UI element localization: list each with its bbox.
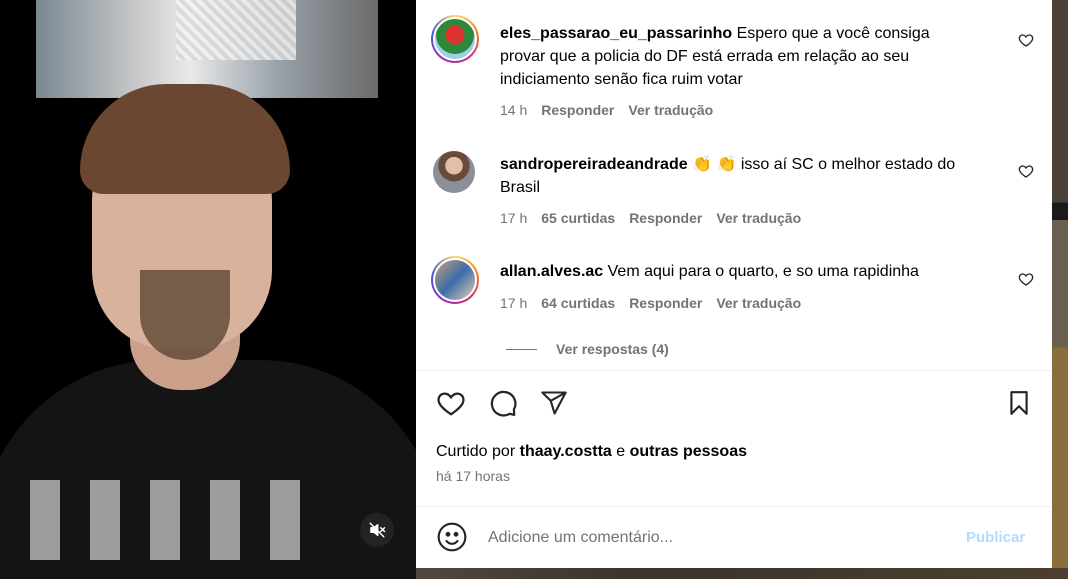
share-icon	[541, 391, 567, 415]
reel-video[interactable]	[0, 0, 416, 579]
shirt-print	[30, 480, 330, 560]
comment-meta: 17 h 64 curtidas Responder Ver tradução	[500, 295, 801, 311]
view-replies-button[interactable]: Ver respostas (4)	[506, 341, 669, 357]
comment-time: 17 h	[500, 295, 528, 311]
avatar[interactable]	[431, 15, 479, 63]
avatar[interactable]	[431, 256, 479, 304]
reply-link[interactable]: Responder	[629, 210, 702, 226]
post-actions-bar	[416, 385, 1052, 425]
muted-speaker-icon	[369, 522, 386, 538]
publish-button[interactable]: Publicar	[966, 529, 1025, 546]
divider	[416, 506, 1052, 507]
comment-meta: 17 h 65 curtidas Responder Ver tradução	[500, 210, 801, 226]
view-replies-label: Ver respostas (4)	[556, 341, 669, 357]
liked-by-prefix: Curtido por	[436, 443, 516, 460]
comment-text-block: eles_passarao_eu_passarinho Espero que a…	[500, 22, 970, 91]
liked-by-user[interactable]: thaay.costta	[520, 443, 612, 460]
comment-time: 17 h	[500, 210, 528, 226]
like-comment-icon[interactable]	[1018, 163, 1034, 179]
unmute-button[interactable]	[360, 513, 394, 547]
reply-link[interactable]: Responder	[629, 295, 702, 311]
comment-button[interactable]	[485, 385, 521, 421]
comments-list[interactable]: eles_passarao_eu_passarinho Espero que a…	[416, 0, 1052, 370]
liked-by: Curtido por thaay.costta e outras pessoa…	[436, 443, 747, 461]
liked-by-connector: e	[616, 443, 626, 460]
comment-username[interactable]: allan.alves.ac	[500, 263, 603, 280]
post-timestamp[interactable]: há 17 horas	[436, 468, 510, 484]
comment-icon	[490, 390, 517, 417]
translate-link[interactable]: Ver tradução	[716, 295, 801, 311]
comment-username[interactable]: eles_passarao_eu_passarinho	[500, 25, 732, 42]
translate-link[interactable]: Ver tradução	[716, 210, 801, 226]
comment-likes[interactable]: 65 curtidas	[541, 210, 615, 226]
save-button[interactable]	[1001, 385, 1037, 421]
emoji-icon[interactable]	[436, 521, 468, 553]
comment-time: 14 h	[500, 102, 528, 118]
divider	[416, 370, 1052, 371]
bookmark-icon	[1010, 391, 1028, 415]
video-person-hair	[80, 84, 290, 194]
like-comment-icon[interactable]	[1018, 271, 1034, 287]
background-feed-right	[1052, 0, 1068, 579]
comment-likes[interactable]: 64 curtidas	[541, 295, 615, 311]
comment-composer: Publicar	[416, 519, 1052, 559]
view-replies-line	[506, 348, 537, 350]
heart-icon	[437, 392, 465, 416]
avatar[interactable]	[433, 151, 475, 193]
reply-link[interactable]: Responder	[541, 102, 614, 118]
share-button[interactable]	[536, 385, 572, 421]
like-comment-icon[interactable]	[1018, 32, 1034, 48]
like-button[interactable]	[433, 385, 469, 421]
comment-text-block: sandropereiradeandrade 👏 👏 isso aí SC o …	[500, 153, 970, 199]
video-person-beard	[140, 270, 230, 360]
comment-text-block: allan.alves.ac Vem aqui para o quarto, e…	[500, 260, 970, 283]
comment-body: Vem aqui para o quarto, e so uma rapidin…	[607, 263, 919, 280]
comment-input[interactable]	[486, 525, 920, 551]
translate-link[interactable]: Ver tradução	[628, 102, 713, 118]
post-detail-panel: eles_passarao_eu_passarinho Espero que a…	[416, 0, 1052, 568]
comment-username[interactable]: sandropereiradeandrade	[500, 156, 688, 173]
liked-by-others[interactable]: outras pessoas	[630, 443, 747, 460]
comment-meta: 14 h Responder Ver tradução	[500, 102, 713, 118]
